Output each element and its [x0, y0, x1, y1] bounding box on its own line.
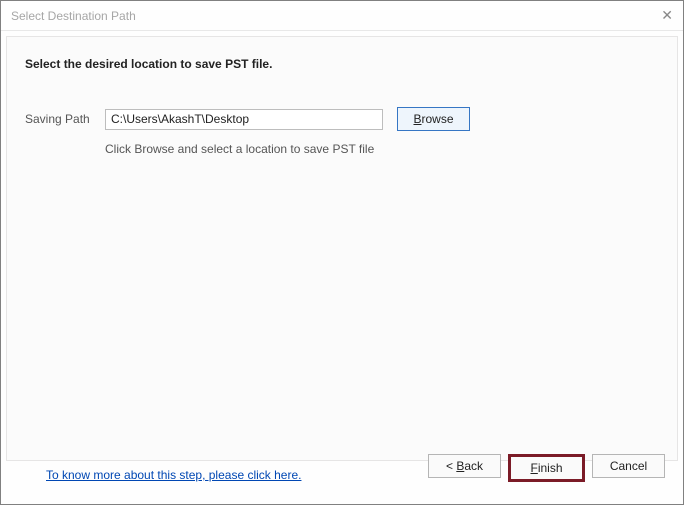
browse-button[interactable]: Browse [397, 107, 470, 131]
dialog-window: Select Destination Path ✕ Select the des… [0, 0, 684, 505]
content-panel: Select the desired location to save PST … [6, 36, 678, 461]
close-icon[interactable]: ✕ [661, 7, 673, 24]
browse-text: rowse [422, 112, 454, 126]
finish-mnemonic: F [530, 461, 537, 475]
back-rest: ack [464, 459, 483, 473]
back-prefix: < [446, 459, 456, 473]
browse-mnemonic: B [413, 112, 421, 126]
titlebar: Select Destination Path ✕ [1, 1, 683, 31]
back-button[interactable]: < Back [428, 454, 501, 478]
saving-path-row: Saving Path Browse [25, 107, 659, 131]
saving-path-input[interactable] [105, 109, 383, 130]
hint-text: Click Browse and select a location to sa… [105, 142, 374, 156]
page-heading: Select the desired location to save PST … [25, 57, 272, 71]
footer-buttons: < Back Finish Cancel [428, 454, 665, 482]
learn-more-link[interactable]: To know more about this step, please cli… [46, 468, 301, 482]
cancel-button[interactable]: Cancel [592, 454, 665, 478]
saving-path-label: Saving Path [25, 112, 105, 126]
window-title: Select Destination Path [11, 9, 136, 23]
finish-button[interactable]: Finish [508, 454, 585, 482]
finish-rest: inish [538, 461, 563, 475]
